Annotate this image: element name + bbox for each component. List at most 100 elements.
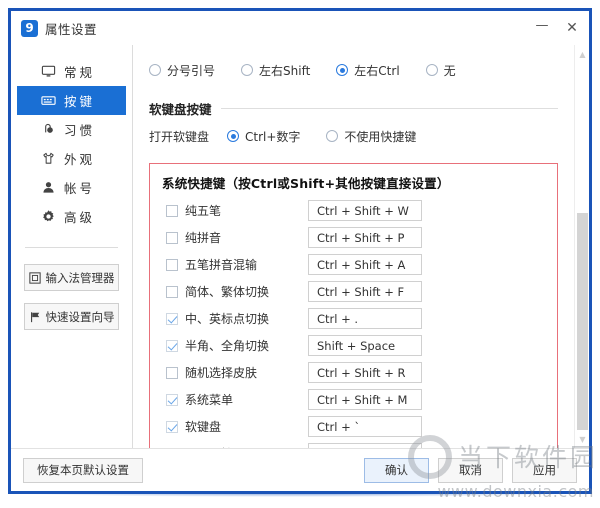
sidebar-item-account[interactable]: 帐号 (17, 173, 126, 202)
sidebar-item-label: 按键 (64, 94, 96, 109)
vertical-scrollbar[interactable]: ▲ ▼ (574, 45, 589, 448)
soft-keyboard-section-header: 软键盘按键 (149, 99, 558, 118)
radio-icon (425, 64, 438, 76)
shortcut-label: 中、英标点切换 (185, 312, 270, 326)
shortcut-label: 纯拼音 (185, 231, 222, 245)
shortcut-input-soft-keyboard[interactable]: Ctrl + ` (308, 416, 422, 437)
shortcut-row: 系统菜单 Ctrl + Shift + M (162, 387, 545, 412)
ime-manager-button[interactable]: 输入法管理器 (24, 264, 119, 291)
radio-icon (149, 64, 161, 76)
section-title: 软键盘按键 (149, 102, 212, 117)
shortcut-input-simplified-traditional[interactable]: Ctrl + Shift + F (308, 281, 422, 302)
shortcut-input-pure-pinyin[interactable]: Ctrl + Shift + P (308, 227, 422, 248)
window-controls: — ✕ (527, 15, 587, 41)
checkbox-icon (166, 231, 178, 244)
shortcut-checkbox-pure-wubi[interactable]: 纯五笔 (162, 202, 308, 219)
shortcut-label: 简体、繁体切换 (185, 285, 270, 299)
shortcut-input-pure-wubi[interactable]: Ctrl + Shift + W (308, 200, 422, 221)
sidebar-item-appearance[interactable]: 外观 (17, 144, 126, 173)
minimize-button[interactable]: — (527, 15, 557, 41)
radio-label: 分号引号 (167, 63, 216, 78)
shortcut-checkbox-system-menu[interactable]: 系统菜单 (162, 391, 308, 408)
habit-icon (41, 122, 56, 137)
scroll-down-arrow-icon[interactable]: ▼ (575, 432, 590, 446)
quick-setup-wizard-label: 快速设置向导 (45, 309, 115, 324)
title-bar: 9 属性设置 — ✕ (11, 11, 589, 45)
checkbox-icon (166, 366, 178, 379)
radio-option-semicolon-quote[interactable]: 分号引号 (149, 62, 215, 79)
switch-key-radio-group: 分号引号 左右Shift 左右Ctrl 无 (149, 55, 558, 85)
shortcut-input-punctuation[interactable]: Ctrl + . (308, 308, 422, 329)
shortcut-input-system-menu[interactable]: Ctrl + Shift + M (308, 389, 422, 410)
shortcut-label: 系统菜单 (185, 393, 234, 407)
radio-option-ctrl[interactable]: 左右Ctrl (336, 62, 400, 79)
sidebar: 常规 按键 习惯 外观 帐号 高级 输入法管理器 快速设置向导 (11, 45, 133, 448)
window-body: 常规 按键 习惯 外观 帐号 高级 输入法管理器 快速设置向导 分号引号 左右S… (11, 45, 589, 448)
radio-icon (241, 64, 254, 76)
reset-defaults-button[interactable]: 恢复本页默认设置 (23, 457, 143, 483)
sidebar-buttons: 输入法管理器 快速设置向导 (11, 248, 132, 342)
checkbox-icon-checked (166, 393, 178, 406)
radio-option-none[interactable]: 无 (425, 62, 456, 79)
shortcut-checkbox-punctuation[interactable]: 中、英标点切换 (162, 310, 308, 327)
shortcut-checkbox-mixed-input[interactable]: 五笔拼音混输 (162, 256, 308, 273)
window-title: 属性设置 (45, 21, 98, 37)
shortcut-checkbox-simplified-traditional[interactable]: 简体、繁体切换 (162, 283, 308, 300)
radio-label: 左右Ctrl (354, 63, 400, 78)
close-button[interactable]: ✕ (557, 15, 587, 41)
gear-icon (41, 209, 56, 224)
scrollbar-thumb[interactable] (577, 213, 588, 430)
radio-label: 无 (443, 63, 456, 78)
radio-option-ctrl-number[interactable]: Ctrl+数字 (227, 128, 300, 145)
apply-button[interactable]: 应用 (512, 457, 577, 483)
sidebar-item-keys[interactable]: 按键 (17, 86, 126, 115)
footer-actions: 确认 取消 应用 (355, 457, 577, 483)
sidebar-item-label: 外观 (64, 152, 96, 167)
shortcut-row: 纯拼音 Ctrl + Shift + P (162, 225, 545, 250)
checkbox-icon-checked (166, 312, 178, 325)
checkbox-icon (166, 285, 178, 298)
radio-label: 不使用快捷键 (344, 129, 417, 144)
shortcut-row: 纯五笔 Ctrl + Shift + W (162, 198, 545, 223)
shortcut-label: 随机选择皮肤 (185, 366, 258, 380)
monitor-icon (41, 64, 56, 79)
radio-label: 左右Shift (259, 63, 311, 78)
shortcut-checkbox-halfwidth-fullwidth[interactable]: 半角、全角切换 (162, 337, 308, 354)
radio-label: Ctrl+数字 (245, 129, 301, 144)
checkbox-icon (166, 258, 178, 271)
sidebar-item-general[interactable]: 常规 (17, 57, 126, 86)
shortcut-input-random-skin[interactable]: Ctrl + Shift + R (308, 362, 422, 383)
shortcut-row: 设置属性 Ctrl + Shift + C (162, 441, 545, 448)
keyboard-icon (41, 93, 56, 108)
shortcut-checkbox-pure-pinyin[interactable]: 纯拼音 (162, 229, 308, 246)
shirt-icon (41, 151, 56, 166)
shortcut-input-halfwidth-fullwidth[interactable]: Shift + Space (308, 335, 422, 356)
shortcut-checkbox-random-skin[interactable]: 随机选择皮肤 (162, 364, 308, 381)
cancel-button[interactable]: 取消 (438, 457, 503, 483)
scroll-up-arrow-icon[interactable]: ▲ (575, 47, 590, 61)
sidebar-item-habit[interactable]: 习惯 (17, 115, 126, 144)
field-label: 打开软键盘 (149, 129, 210, 144)
flag-icon (29, 311, 41, 323)
system-shortcuts-title: 系统快捷键（按Ctrl或Shift+其他按键直接设置） (162, 176, 450, 191)
shortcut-row: 中、英标点切换 Ctrl + . (162, 306, 545, 331)
checkbox-icon-checked (166, 420, 178, 433)
radio-option-no-shortcut[interactable]: 不使用快捷键 (326, 128, 416, 145)
open-soft-keyboard-row: 打开软键盘 Ctrl+数字 不使用快捷键 (149, 122, 558, 150)
sidebar-item-label: 习惯 (64, 123, 96, 138)
ime-manager-icon (28, 271, 41, 284)
ok-button[interactable]: 确认 (364, 457, 429, 483)
shortcut-label: 五笔拼音混输 (185, 258, 258, 272)
sidebar-item-advanced[interactable]: 高级 (17, 202, 126, 231)
section-rule (220, 108, 558, 109)
radio-option-shift[interactable]: 左右Shift (241, 62, 310, 79)
properties-settings-window: 9 属性设置 — ✕ 常规 按键 习惯 外观 帐号 高级 输入法管理器 快速设置… (8, 8, 592, 497)
shortcut-row: 五笔拼音混输 Ctrl + Shift + A (162, 252, 545, 277)
shortcut-input-mixed-input[interactable]: Ctrl + Shift + A (308, 254, 422, 275)
checkbox-icon-checked (166, 339, 178, 352)
shortcut-row: 随机选择皮肤 Ctrl + Shift + R (162, 360, 545, 385)
sidebar-item-label: 常规 (64, 65, 96, 80)
shortcut-checkbox-soft-keyboard[interactable]: 软键盘 (162, 418, 308, 435)
quick-setup-wizard-button[interactable]: 快速设置向导 (24, 303, 119, 330)
app-icon: 9 (21, 19, 38, 37)
